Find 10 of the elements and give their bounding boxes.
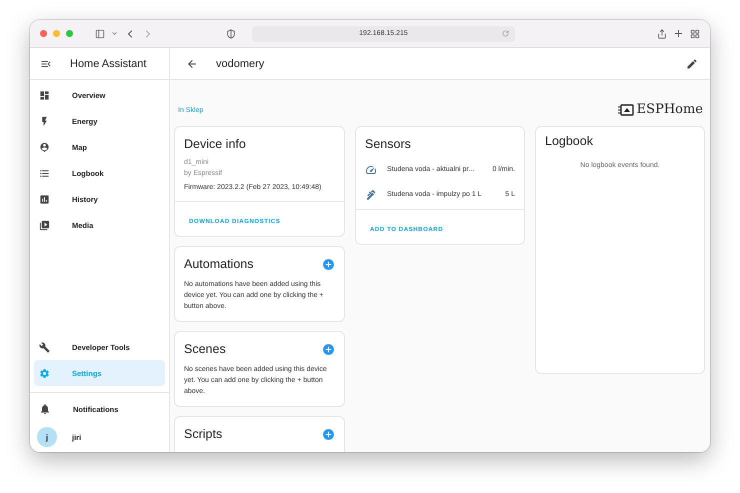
card-title: Automations (184, 257, 254, 271)
app-title: Home Assistant (70, 58, 146, 70)
card-title: Sensors (365, 137, 411, 151)
page-title: vodomery (216, 58, 266, 70)
card-title: Scenes (184, 342, 226, 356)
card-title: Logbook (545, 134, 593, 148)
avatar: j (37, 427, 57, 447)
card-title: Device info (184, 137, 246, 151)
card-title: Scripts (184, 427, 222, 441)
brand-logo: ESPHome (636, 102, 703, 117)
